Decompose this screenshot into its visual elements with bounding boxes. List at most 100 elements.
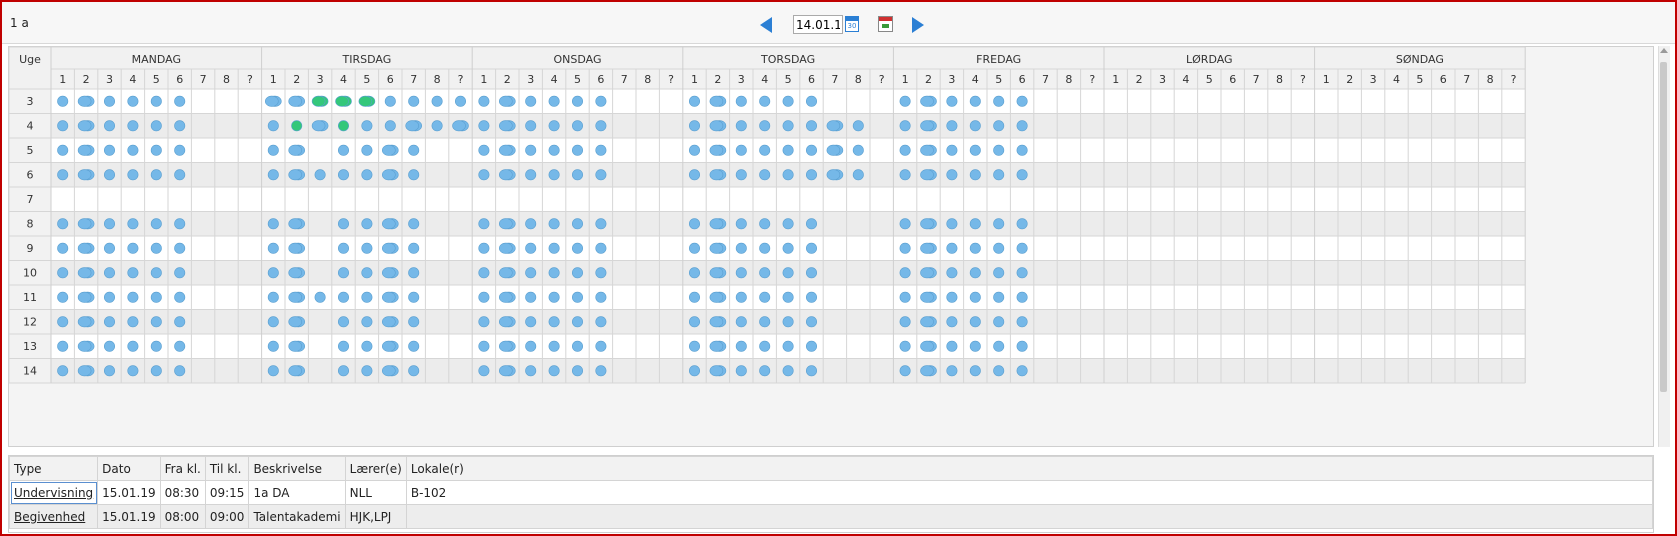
lesson-marker[interactable]	[498, 169, 513, 181]
event-marker[interactable]	[358, 95, 373, 107]
lesson-marker[interactable]	[735, 316, 747, 328]
lesson-marker[interactable]	[899, 169, 911, 181]
lesson-marker[interactable]	[759, 316, 771, 328]
lesson-marker[interactable]	[104, 218, 116, 230]
lesson-marker[interactable]	[571, 120, 583, 132]
lesson-marker[interactable]	[548, 218, 560, 230]
lesson-marker[interactable]	[759, 340, 771, 352]
lesson-marker[interactable]	[1016, 291, 1028, 303]
lesson-marker[interactable]	[735, 218, 747, 230]
lesson-marker[interactable]	[852, 120, 864, 132]
lesson-marker[interactable]	[498, 144, 513, 156]
lesson-marker[interactable]	[104, 242, 116, 254]
lesson-marker[interactable]	[288, 95, 303, 107]
lesson-marker[interactable]	[174, 340, 186, 352]
lesson-marker[interactable]	[969, 316, 981, 328]
lesson-marker[interactable]	[498, 120, 513, 132]
lesson-marker[interactable]	[920, 218, 934, 230]
lesson-marker[interactable]	[969, 242, 981, 254]
lesson-marker[interactable]	[498, 218, 513, 230]
lesson-marker[interactable]	[288, 365, 303, 377]
lesson-marker[interactable]	[361, 144, 373, 156]
lesson-marker[interactable]	[381, 365, 396, 377]
lesson-marker[interactable]	[150, 169, 162, 181]
lesson-marker[interactable]	[127, 340, 139, 352]
lesson-marker[interactable]	[571, 365, 583, 377]
lesson-marker[interactable]	[454, 95, 466, 107]
lesson-marker[interactable]	[150, 291, 162, 303]
lesson-marker[interactable]	[174, 218, 186, 230]
lesson-marker[interactable]	[920, 291, 934, 303]
lesson-marker[interactable]	[478, 267, 490, 279]
lesson-marker[interactable]	[1016, 169, 1028, 181]
lesson-marker[interactable]	[805, 120, 817, 132]
lesson-marker[interactable]	[899, 316, 911, 328]
lesson-marker[interactable]	[782, 120, 794, 132]
lesson-marker[interactable]	[782, 144, 794, 156]
lesson-marker[interactable]	[408, 242, 420, 254]
lesson-marker[interactable]	[735, 120, 747, 132]
lesson-marker[interactable]	[478, 242, 490, 254]
lesson-marker[interactable]	[1016, 242, 1028, 254]
lesson-marker[interactable]	[150, 340, 162, 352]
col-date[interactable]: Dato	[97, 456, 161, 481]
lesson-marker[interactable]	[288, 218, 303, 230]
lesson-marker[interactable]	[478, 144, 490, 156]
lesson-marker[interactable]	[361, 340, 373, 352]
lesson-marker[interactable]	[688, 218, 700, 230]
lesson-marker[interactable]	[548, 242, 560, 254]
lesson-marker[interactable]	[77, 365, 92, 377]
lesson-marker[interactable]	[127, 218, 139, 230]
lesson-marker[interactable]	[267, 144, 279, 156]
lesson-marker[interactable]	[104, 267, 116, 279]
lesson-marker[interactable]	[57, 218, 69, 230]
date-field[interactable]	[793, 15, 843, 34]
lesson-marker[interactable]	[969, 291, 981, 303]
lesson-marker[interactable]	[381, 267, 396, 279]
lesson-marker[interactable]	[408, 218, 420, 230]
lesson-marker[interactable]	[498, 95, 513, 107]
lesson-marker[interactable]	[288, 340, 303, 352]
lesson-marker[interactable]	[77, 120, 92, 132]
lesson-marker[interactable]	[688, 242, 700, 254]
lesson-marker[interactable]	[805, 340, 817, 352]
lesson-marker[interactable]	[384, 120, 396, 132]
col-rooms[interactable]: Lokale(r)	[405, 456, 1654, 481]
lesson-marker[interactable]	[571, 340, 583, 352]
lesson-marker[interactable]	[993, 218, 1005, 230]
lesson-marker[interactable]	[381, 242, 396, 254]
lesson-marker[interactable]	[946, 218, 958, 230]
lesson-marker[interactable]	[595, 316, 607, 328]
lesson-marker[interactable]	[709, 340, 724, 352]
col-from[interactable]: Fra kl.	[159, 456, 206, 481]
lesson-marker[interactable]	[688, 316, 700, 328]
lesson-marker[interactable]	[993, 340, 1005, 352]
lesson-marker[interactable]	[805, 316, 817, 328]
lesson-marker[interactable]	[127, 144, 139, 156]
lesson-marker[interactable]	[498, 365, 513, 377]
lesson-marker[interactable]	[993, 365, 1005, 377]
lesson-marker[interactable]	[946, 365, 958, 377]
lesson-marker[interactable]	[361, 120, 373, 132]
calendar-icon[interactable]: 30	[845, 16, 859, 32]
lesson-marker[interactable]	[337, 267, 349, 279]
lesson-marker[interactable]	[104, 316, 116, 328]
lesson-marker[interactable]	[381, 340, 396, 352]
lesson-marker[interactable]	[77, 316, 92, 328]
lesson-marker[interactable]	[805, 144, 817, 156]
lesson-marker[interactable]	[688, 267, 700, 279]
lesson-marker[interactable]	[104, 120, 116, 132]
lesson-marker[interactable]	[595, 120, 607, 132]
lesson-marker[interactable]	[478, 340, 490, 352]
lesson-marker[interactable]	[408, 316, 420, 328]
lesson-marker[interactable]	[408, 340, 420, 352]
lesson-marker[interactable]	[314, 169, 326, 181]
lesson-marker[interactable]	[405, 120, 420, 132]
lesson-marker[interactable]	[525, 267, 537, 279]
lesson-marker[interactable]	[127, 267, 139, 279]
lesson-marker[interactable]	[595, 242, 607, 254]
lesson-marker[interactable]	[1016, 365, 1028, 377]
lesson-marker[interactable]	[782, 316, 794, 328]
lesson-marker[interactable]	[969, 340, 981, 352]
lesson-marker[interactable]	[498, 267, 513, 279]
